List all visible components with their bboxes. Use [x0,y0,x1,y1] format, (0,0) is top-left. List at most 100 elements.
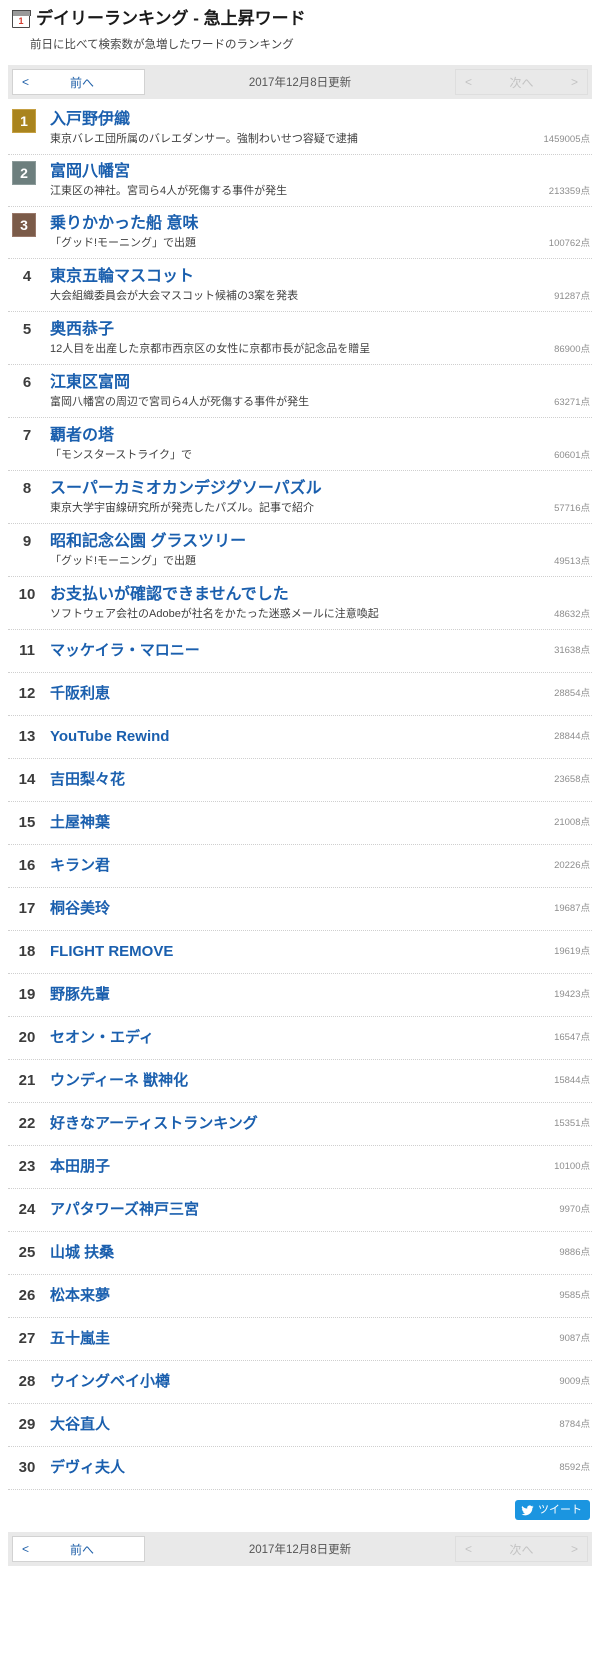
ranking-score: 9009点 [559,1376,590,1387]
ranking-row[interactable]: 14 吉田梨々花 23658点 [8,759,592,802]
page-subtitle: 前日に比べて検索数が急増したワードのランキング [30,39,294,51]
ranking-row[interactable]: 1 入戸野伊織 東京バレエ団所属のバレエダンサー。強制わいせつ容疑で逮捕 145900… [8,103,592,155]
ranking-row[interactable]: 13 YouTube Rewind 28844点 [8,716,592,759]
ranking-row[interactable]: 30 デヴィ夫人 8592点 [8,1447,592,1490]
share-row: ツイート [0,1490,600,1520]
prev-page-button[interactable]: < 前へ [12,69,145,95]
ranking-keyword-link[interactable]: 富岡八幡宮 [50,161,130,182]
ranking-row[interactable]: 29 大谷直人 8784点 [8,1404,592,1447]
ranking-row[interactable]: 7 覇者の塔 「モンスターストライク」で 60601点 [8,418,592,471]
ranking-row[interactable]: 20 セオン・エディ 16547点 [8,1017,592,1060]
ranking-row-body: ウンディーネ 獣神化 [50,1071,510,1091]
ranking-row[interactable]: 8 スーパーカミオカンデジグソーパズル 東京大学宇宙線研究所が発売したパズル。記事で… [8,471,592,524]
ranking-row-body: 本田朋子 [50,1157,510,1177]
rank-number: 18 [18,943,36,960]
ranking-keyword-link[interactable]: ウイングベイ小樽 [50,1372,170,1392]
ranking-keyword-link[interactable]: 東京五輪マスコット [50,266,194,287]
ranking-row[interactable]: 21 ウンディーネ 獣神化 15844点 [8,1060,592,1103]
ranking-row-body: キラン君 [50,856,510,876]
ranking-keyword-link[interactable]: 野豚先輩 [50,985,110,1005]
ranking-keyword-link[interactable]: デヴィ夫人 [50,1458,125,1478]
rank-number: 25 [18,1244,36,1261]
chevron-left-icon-next-bottom: < [465,1542,473,1556]
ranking-row[interactable]: 27 五十嵐圭 9087点 [8,1318,592,1361]
ranking-row[interactable]: 2 富岡八幡宮 江東区の神社。宮司ら4人が死傷する事件が発生 213359点 [8,155,592,207]
ranking-score: 213359点 [548,186,590,197]
tweet-button[interactable]: ツイート [515,1500,590,1520]
ranking-keyword-link[interactable]: 桐谷美玲 [50,899,110,919]
ranking-keyword-link[interactable]: 入戸野伊織 [50,109,130,130]
ranking-row-body: 乗りかかった船 意味 「グッド!モーニング」で出題 [50,213,510,251]
ranking-row[interactable]: 10 お支払いが確認できませんでした ソフトウェア会社のAdobeが社名をかたった迷… [8,577,592,630]
ranking-row-body: セオン・エディ [50,1028,510,1048]
ranking-keyword-link[interactable]: 江東区富岡 [50,372,130,393]
ranking-score: 9886点 [559,1247,590,1258]
ranking-keyword-link[interactable]: 本田朋子 [50,1157,110,1177]
ranking-keyword-link[interactable]: ウンディーネ 獣神化 [50,1071,188,1091]
rank-number: 11 [19,642,35,659]
ranking-score: 8784点 [559,1419,590,1430]
ranking-keyword-link[interactable]: 松本来夢 [50,1286,110,1306]
ranking-row[interactable]: 6 江東区富岡 富岡八幡宮の周辺で宮司ら4人が死傷する事件が発生 63271点 [8,365,592,418]
chevron-left-icon: < [22,75,30,89]
ranking-keyword-link[interactable]: YouTube Rewind [50,727,169,747]
ranking-description: 東京バレエ団所属のバレエダンサー。強制わいせつ容疑で逮捕 [50,133,358,145]
ranking-row[interactable]: 4 東京五輪マスコット 大会組織委員会が大会マスコット候補の3案を発表 91287点 [8,259,592,312]
chevron-left-icon-next: < [465,75,473,89]
ranking-row[interactable]: 12 千阪利恵 28854点 [8,673,592,716]
ranking-keyword-link[interactable]: アパタワーズ神戸三宮 [50,1200,199,1220]
ranking-keyword-link[interactable]: キラン君 [50,856,110,876]
ranking-row[interactable]: 18 FLIGHT REMOVE 19619点 [8,931,592,974]
ranking-row[interactable]: 9 昭和記念公園 グラスツリー 「グッド!モーニング」で出題 49513点 [8,524,592,577]
pagination-date-top: 2017年12月8日更新 [248,77,352,89]
ranking-keyword-link[interactable]: 好きなアーティストランキング [50,1114,258,1134]
ranking-score: 60601点 [554,450,590,461]
ranking-row-body: 桐谷美玲 [50,899,510,919]
chevron-left-icon-bottom: < [22,1542,30,1556]
ranking-score: 20226点 [554,860,590,871]
ranking-keyword-link[interactable]: 五十嵐圭 [50,1329,110,1349]
rank-badge: 2 [12,161,36,185]
ranking-keyword-link[interactable]: 乗りかかった船 意味 [50,213,198,234]
ranking-keyword-link[interactable]: 吉田梨々花 [50,770,125,790]
rank-number: 15 [18,814,36,831]
ranking-keyword-link[interactable]: 土屋神葉 [50,813,110,833]
ranking-row[interactable]: 26 松本来夢 9585点 [8,1275,592,1318]
rank-number: 6 [22,374,32,391]
ranking-row[interactable]: 24 アパタワーズ神戸三宮 9970点 [8,1189,592,1232]
ranking-list: 1 入戸野伊織 東京バレエ団所属のバレエダンサー。強制わいせつ容疑で逮捕 145900… [8,103,592,1490]
ranking-keyword-link[interactable]: 奥西恭子 [50,319,114,340]
ranking-keyword-link[interactable]: FLIGHT REMOVE [50,942,173,962]
ranking-row[interactable]: 23 本田朋子 10100点 [8,1146,592,1189]
ranking-row[interactable]: 11 マッケイラ・マロニー 31638点 [8,630,592,673]
ranking-keyword-link[interactable]: 昭和記念公園 グラスツリー [50,531,246,552]
ranking-score: 19619点 [554,946,590,957]
ranking-keyword-link[interactable]: お支払いが確認できませんでした [50,584,289,605]
ranking-score: 49513点 [554,556,590,567]
ranking-row[interactable]: 3 乗りかかった船 意味 「グッド!モーニング」で出題 100762点 [8,207,592,259]
ranking-row[interactable]: 16 キラン君 20226点 [8,845,592,888]
ranking-keyword-link[interactable]: 大谷直人 [50,1415,110,1435]
ranking-row-body: お支払いが確認できませんでした ソフトウェア会社のAdobeが社名をかたった迷惑メ… [50,584,510,622]
ranking-row[interactable]: 22 好きなアーティストランキング 15351点 [8,1103,592,1146]
ranking-row[interactable]: 19 野豚先輩 19423点 [8,974,592,1017]
ranking-row[interactable]: 17 桐谷美玲 19687点 [8,888,592,931]
prev-page-button-bottom[interactable]: < 前へ [12,1536,145,1562]
ranking-keyword-link[interactable]: 千阪利恵 [50,684,110,704]
ranking-keyword-link[interactable]: 山城 扶桑 [50,1243,114,1263]
ranking-keyword-link[interactable]: マッケイラ・マロニー [50,641,200,661]
ranking-score: 9087点 [559,1333,590,1344]
ranking-row-body: 入戸野伊織東京バレエ団所属のバレエダンサー。強制わいせつ容疑で逮捕 [50,109,510,147]
ranking-keyword-link[interactable]: セオン・エディ [50,1028,154,1048]
rank-number: 12 [18,685,36,702]
ranking-row[interactable]: 28 ウイングベイ小樽 9009点 [8,1361,592,1404]
ranking-row[interactable]: 5 奥西恭子 12人目を出産した京都市西京区の女性に京都市長が記念品を贈呈 86900… [8,312,592,365]
ranking-score: 28854点 [554,688,590,699]
ranking-row[interactable]: 15 土屋神葉 21008点 [8,802,592,845]
ranking-row[interactable]: 25 山城 扶桑 9886点 [8,1232,592,1275]
ranking-row-body: 大谷直人 [50,1415,510,1435]
ranking-keyword-link[interactable]: スーパーカミオカンデジグソーパズル [50,478,322,499]
ranking-row-body: 江東区富岡 富岡八幡宮の周辺で宮司ら4人が死傷する事件が発生 [50,372,510,410]
ranking-keyword-link[interactable]: 覇者の塔 [50,425,114,446]
ranking-row-body: デヴィ夫人 [50,1458,510,1478]
